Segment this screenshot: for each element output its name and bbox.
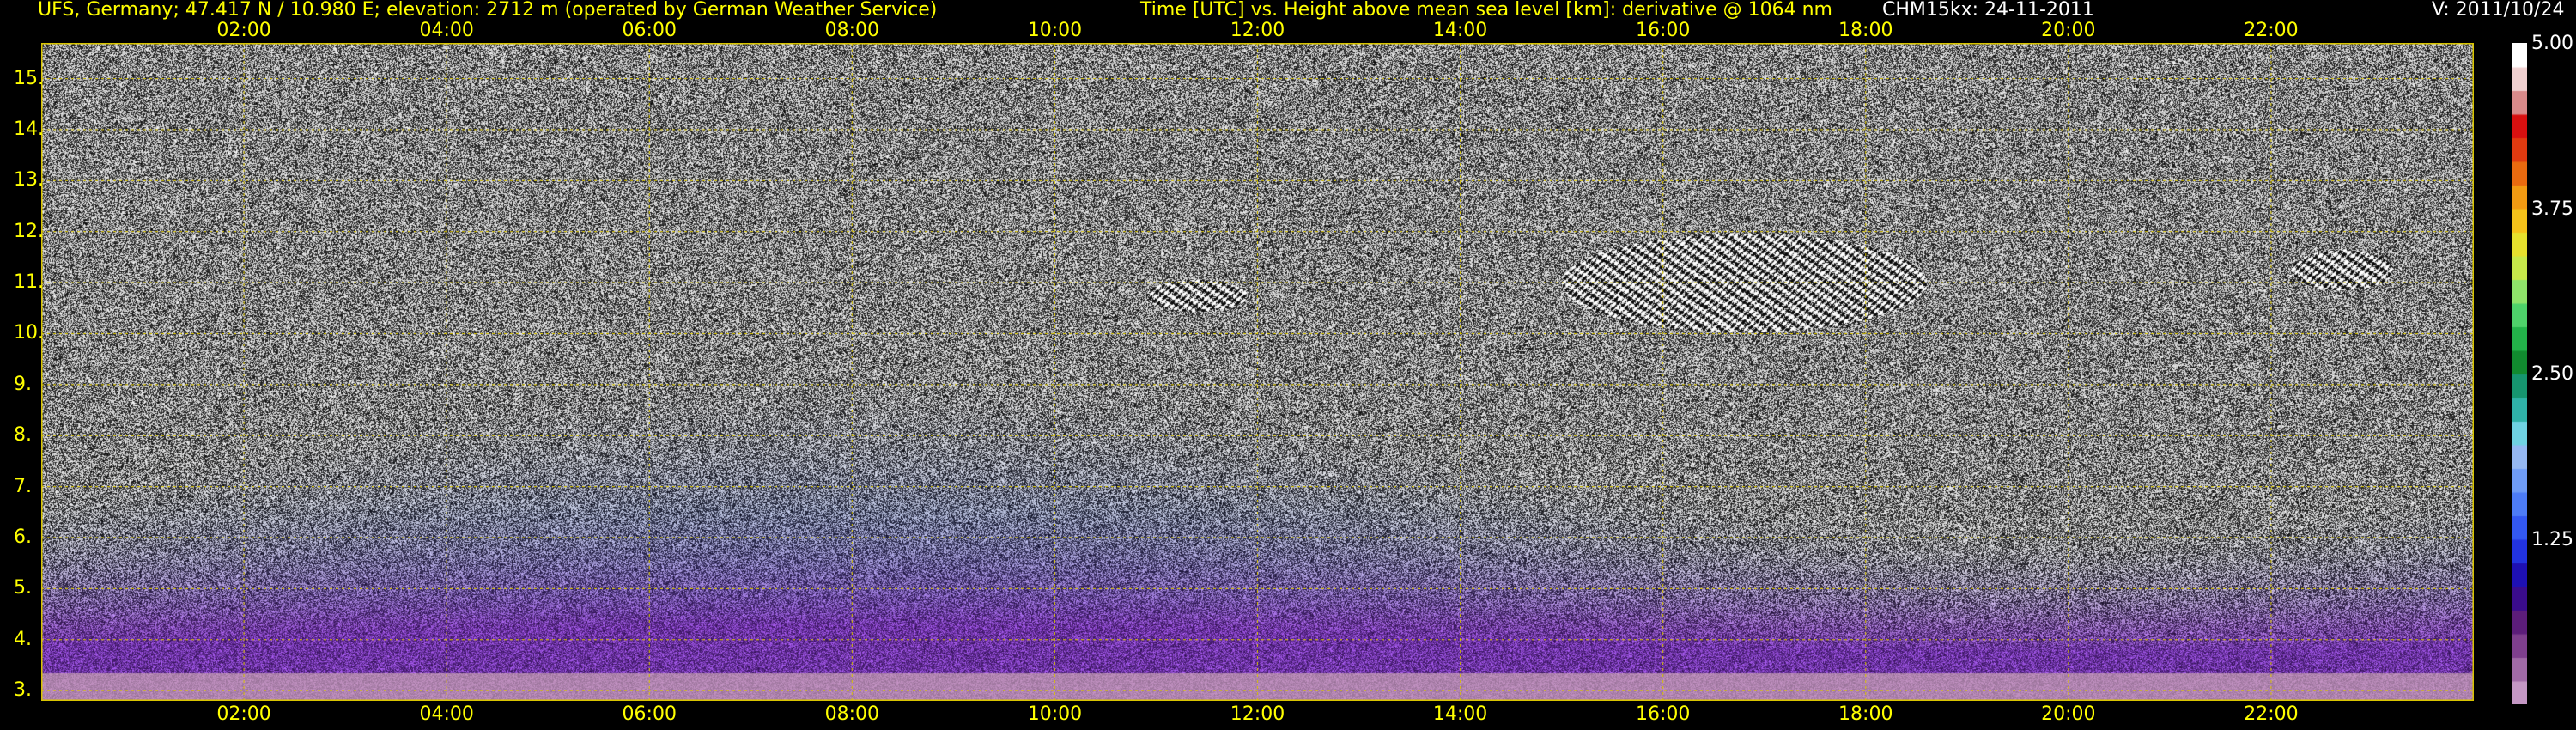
y-tick-label: 5. [14, 577, 32, 599]
colorbar-label: 5.00 [2531, 33, 2573, 54]
station-info: UFS, Germany; 47.417 N / 10.980 E; eleva… [38, 0, 938, 21]
colorbar [2512, 43, 2527, 704]
plot-border [41, 43, 2474, 701]
x-tick-label-bottom: 10:00 [1027, 703, 1083, 725]
x-tick-label-top: 12:00 [1230, 20, 1285, 41]
x-tick-label-top: 18:00 [1838, 20, 1893, 41]
y-tick-label: 8. [14, 424, 32, 447]
y-tick-label: 6. [14, 526, 32, 548]
x-tick-label-bottom: 04:00 [419, 703, 474, 725]
x-tick-label-bottom: 12:00 [1230, 703, 1285, 725]
x-tick-label-bottom: 16:00 [1635, 703, 1691, 725]
x-tick-label-top: 20:00 [2041, 20, 2096, 41]
y-tick-label: 11. [14, 271, 44, 294]
colorbar-label: 2.50 [2531, 363, 2573, 385]
y-tick-label: 7. [14, 475, 32, 497]
x-tick-label-top: 02:00 [216, 20, 271, 41]
plot-grid [41, 43, 2474, 701]
y-tick-label: 10. [14, 322, 44, 344]
y-tick-label: 14. [14, 118, 44, 140]
x-tick-label-bottom: 14:00 [1432, 703, 1488, 725]
x-tick-label-top: 10:00 [1027, 20, 1083, 41]
x-tick-label-top: 06:00 [622, 20, 677, 41]
x-tick-label-top: 16:00 [1635, 20, 1691, 41]
x-tick-label-top: 14:00 [1432, 20, 1488, 41]
y-tick-label: 13. [14, 169, 44, 192]
backscatter-heatmap [41, 43, 2474, 701]
x-tick-label-bottom: 06:00 [622, 703, 677, 725]
y-tick-label: 12. [14, 220, 44, 242]
x-tick-label-bottom: 18:00 [1838, 703, 1893, 725]
x-tick-label-bottom: 08:00 [824, 703, 880, 725]
y-tick-label: 9. [14, 373, 32, 395]
x-tick-label-top: 22:00 [2244, 20, 2299, 41]
y-tick-label: 4. [14, 628, 32, 650]
y-tick-label: 3. [14, 679, 32, 702]
y-tick-label: 15. [14, 67, 44, 89]
colorbar-label: 1.25 [2531, 528, 2573, 551]
x-tick-label-bottom: 20:00 [2041, 703, 2096, 725]
x-tick-label-top: 08:00 [824, 20, 880, 41]
version-label: V: 2011/10/24 [2432, 0, 2565, 21]
colorbar-label: 3.75 [2531, 198, 2573, 220]
plot-description: Time [UTC] vs. Height above mean sea lev… [1140, 0, 1832, 21]
x-tick-label-bottom: 02:00 [216, 703, 271, 725]
x-tick-label-bottom: 22:00 [2244, 703, 2299, 725]
x-tick-label-top: 04:00 [419, 20, 474, 41]
instrument-date: CHM15kx: 24-11-2011 [1882, 0, 2094, 21]
